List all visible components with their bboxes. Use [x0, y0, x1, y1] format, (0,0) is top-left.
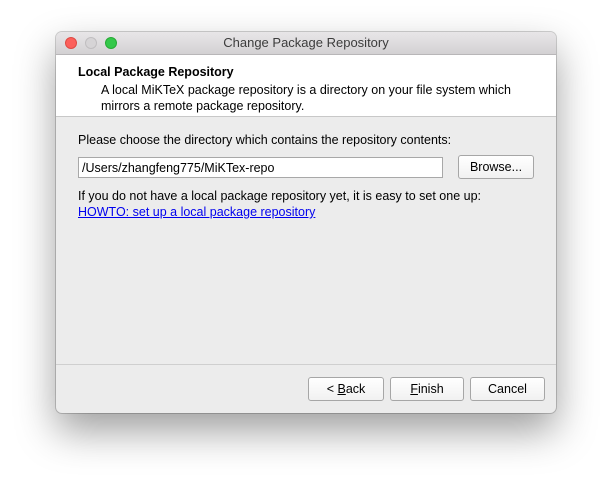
- back-mnemonic: B: [337, 382, 346, 396]
- setup-info-text: If you do not have a local package repos…: [78, 189, 482, 203]
- finish-button[interactable]: Finish: [390, 377, 464, 401]
- browse-button[interactable]: Browse...: [458, 155, 534, 179]
- cancel-button[interactable]: Cancel: [470, 377, 545, 401]
- footer-divider: [56, 364, 556, 365]
- back-prefix: <: [326, 382, 338, 396]
- dialog-window: Change Package Repository Local Package …: [56, 32, 556, 413]
- finish-mnemonic: F: [410, 382, 418, 396]
- header-description: A local MiKTeX package repository is a d…: [101, 83, 511, 113]
- repository-path-input[interactable]: [78, 157, 443, 178]
- finish-label-rest: inish: [417, 382, 444, 396]
- wizard-header: Local Package Repository A local MiKTeX …: [56, 55, 556, 117]
- directory-prompt: Please choose the directory which contai…: [78, 133, 452, 147]
- title-bar[interactable]: Change Package Repository: [56, 32, 556, 55]
- back-button[interactable]: < Back: [308, 377, 384, 401]
- window-title: Change Package Repository: [223, 35, 389, 50]
- header-title: Local Package Repository: [78, 65, 234, 79]
- back-label-rest: ack: [345, 382, 366, 396]
- howto-link[interactable]: HOWTO: set up a local package repository: [78, 205, 315, 219]
